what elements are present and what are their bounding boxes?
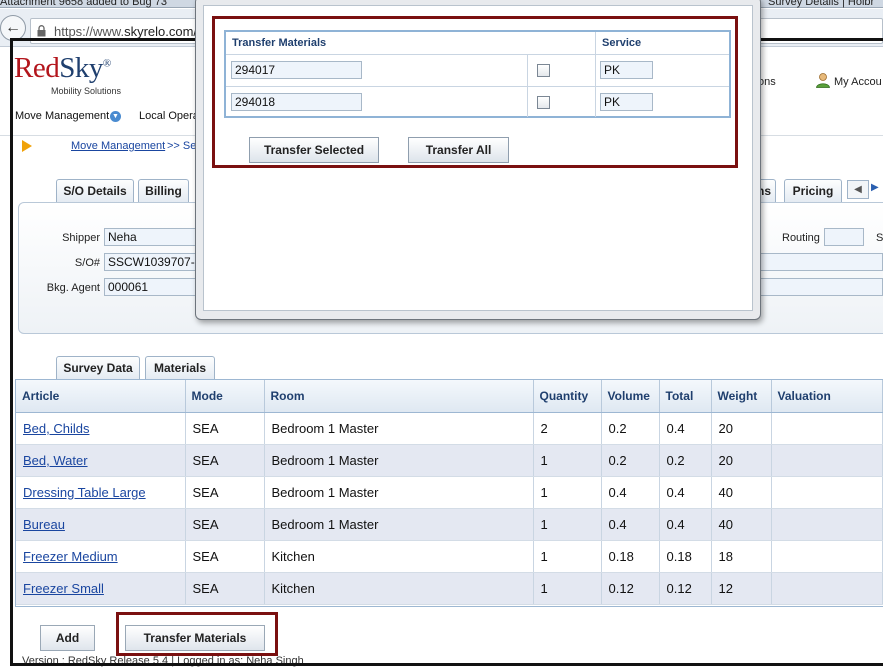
url-text: https://www.skyrelo.com/ xyxy=(54,24,198,39)
browser-tab-left[interactable]: Attachment 9658 added to Bug 73 xyxy=(0,0,167,8)
highlight-box xyxy=(212,16,738,168)
browser-tab-right[interactable]: Survey Details | Holbr xyxy=(768,0,874,8)
lock-icon xyxy=(37,25,46,37)
